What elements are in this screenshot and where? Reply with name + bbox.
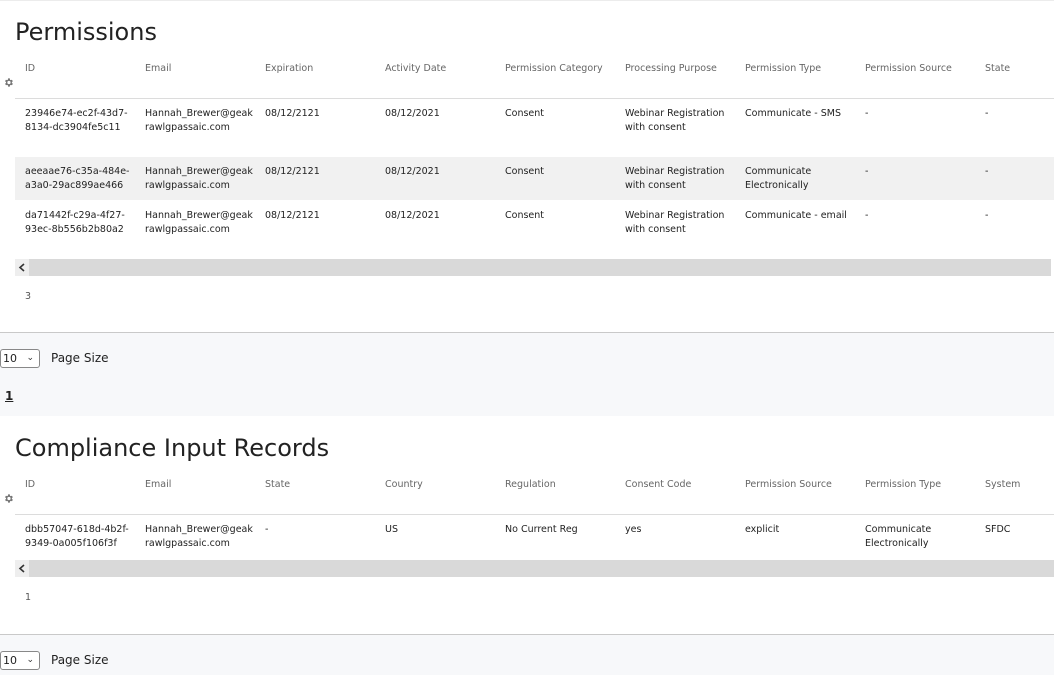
cell-system: SFDC [985, 524, 1011, 535]
cell-email: Hannah_Brewer@geakrawlgpassaic.com [145, 524, 253, 549]
cell-expiration: 08/12/2121 [265, 108, 320, 119]
chevron-down-icon: ⌄ [26, 655, 34, 665]
horizontal-scrollbar[interactable] [15, 560, 1054, 577]
cell-type: Communicate Electronically [865, 524, 932, 549]
page-size-select[interactable]: 10 ⌄ [0, 349, 40, 368]
cell-consent-code: yes [625, 524, 642, 535]
column-header[interactable]: Email [145, 62, 171, 76]
page-size-select[interactable]: 10 ⌄ [0, 651, 40, 670]
gear-icon[interactable] [3, 77, 14, 88]
cell-activity-date: 08/12/2021 [385, 108, 440, 119]
page-size-label: Page Size [51, 653, 109, 667]
cell-id: 23946e74-ec2f-43d7-8134-dc3904fe5c11 [25, 108, 128, 133]
column-header[interactable]: ID [25, 62, 35, 76]
cell-type: Communicate Electronically [745, 166, 812, 191]
column-header[interactable]: Permission Source [745, 478, 832, 492]
pagination-bar [0, 635, 1054, 675]
cell-source: - [865, 210, 869, 221]
cell-source: - [865, 108, 869, 119]
table-row[interactable]: dbb57047-618d-4b2f-9349-0a005f106f3f Han… [15, 515, 1054, 562]
column-header[interactable]: Consent Code [625, 478, 691, 492]
cell-category: Consent [505, 210, 545, 221]
column-header[interactable]: Permission Type [745, 62, 821, 76]
cell-id: da71442f-c29a-4f27-93ec-8b556b2b80a2 [25, 210, 125, 235]
column-header[interactable]: Activity Date [385, 62, 446, 76]
column-header[interactable]: Processing Purpose [625, 62, 717, 76]
table-header: ID Email Expiration Activity Date Permis… [15, 60, 1054, 99]
page-link-1[interactable]: 1 [5, 389, 13, 403]
table-header: ID Email State Country Regulation Consen… [15, 476, 1054, 515]
row-count: 3 [25, 291, 32, 302]
cell-activity-date: 08/12/2021 [385, 166, 440, 177]
column-header[interactable]: State [985, 62, 1010, 76]
cell-category: Consent [505, 166, 545, 177]
page-size-value: 10 [3, 654, 17, 667]
cell-purpose: Webinar Registration with consent [625, 210, 725, 235]
gear-icon[interactable] [3, 493, 14, 504]
top-border [0, 0, 1054, 1]
chevron-left-icon[interactable] [15, 560, 29, 577]
cell-email: Hannah_Brewer@geakrawlgpassaic.com [145, 166, 253, 191]
column-header[interactable]: Country [385, 478, 423, 492]
permissions-table: ID Email Expiration Activity Date Permis… [15, 60, 1054, 262]
table-row[interactable]: 23946e74-ec2f-43d7-8134-dc3904fe5c11 Han… [15, 99, 1054, 157]
cell-state: - [985, 166, 989, 177]
row-count: 1 [25, 592, 32, 603]
table-row[interactable]: da71442f-c29a-4f27-93ec-8b556b2b80a2 Han… [15, 201, 1054, 262]
pagination-bar [0, 333, 1054, 416]
horizontal-scrollbar[interactable] [15, 259, 1051, 276]
column-header[interactable]: State [265, 478, 290, 492]
cell-type: Communicate - email [745, 210, 847, 221]
table-row[interactable]: aeeaae76-c35a-484e-a3a0-29ac899ae466 Han… [15, 157, 1054, 201]
compliance-table: ID Email State Country Regulation Consen… [15, 476, 1054, 562]
cell-type: Communicate - SMS [745, 108, 841, 119]
column-header[interactable]: Email [145, 478, 171, 492]
cell-activity-date: 08/12/2021 [385, 210, 440, 221]
column-header[interactable]: Regulation [505, 478, 556, 492]
chevron-left-icon[interactable] [15, 259, 29, 276]
column-header[interactable]: System [985, 478, 1020, 492]
cell-email: Hannah_Brewer@geakrawlgpassaic.com [145, 210, 253, 235]
cell-id: dbb57047-618d-4b2f-9349-0a005f106f3f [25, 524, 129, 549]
permissions-title: Permissions [15, 18, 157, 46]
cell-category: Consent [505, 108, 545, 119]
cell-regulation: No Current Reg [505, 524, 578, 535]
cell-source: explicit [745, 524, 780, 535]
cell-expiration: 08/12/2121 [265, 166, 320, 177]
column-header[interactable]: Permission Type [865, 478, 941, 492]
cell-state: - [985, 108, 989, 119]
column-header[interactable]: ID [25, 478, 35, 492]
column-header[interactable]: Permission Source [865, 62, 952, 76]
compliance-title: Compliance Input Records [15, 434, 330, 462]
cell-email: Hannah_Brewer@geakrawlgpassaic.com [145, 108, 253, 133]
cell-id: aeeaae76-c35a-484e-a3a0-29ac899ae466 [25, 166, 130, 191]
column-header[interactable]: Permission Category [505, 62, 603, 76]
cell-state: - [265, 524, 269, 535]
column-header[interactable]: Expiration [265, 62, 313, 76]
chevron-down-icon: ⌄ [26, 353, 34, 363]
cell-state: - [985, 210, 989, 221]
page-size-label: Page Size [51, 351, 109, 365]
cell-source: - [865, 166, 869, 177]
cell-purpose: Webinar Registration with consent [625, 166, 725, 191]
cell-country: US [385, 524, 398, 535]
page-size-value: 10 [3, 352, 17, 365]
cell-expiration: 08/12/2121 [265, 210, 320, 221]
cell-purpose: Webinar Registration with consent [625, 108, 725, 133]
